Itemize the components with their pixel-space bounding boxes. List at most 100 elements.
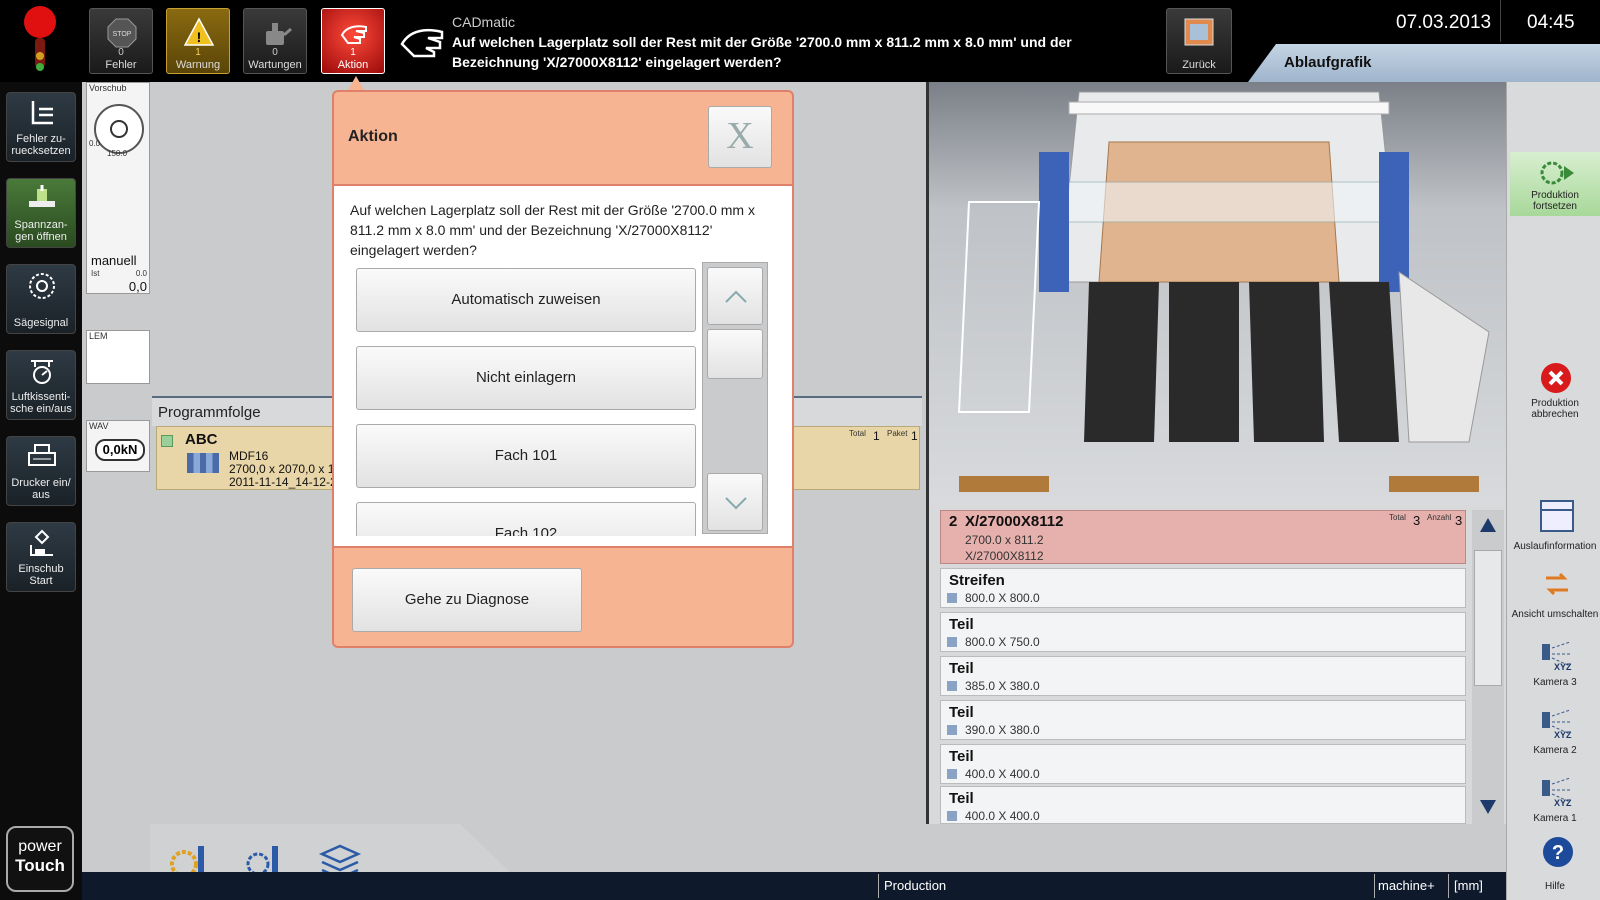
wartungen-button[interactable]: 0 Wartungen xyxy=(243,8,307,74)
option-do-not-store[interactable]: Nicht einlagern xyxy=(356,346,696,410)
fehler-button[interactable]: STOP 0 Fehler xyxy=(89,8,153,74)
options-scrollbar[interactable] xyxy=(702,262,768,534)
message-line-1: Auf welchen Lagerplatz soll der Rest mit… xyxy=(452,34,1072,50)
fehler-label: Fehler xyxy=(105,59,137,71)
scale-max: 150.0 xyxy=(107,149,128,158)
dialog-pointer xyxy=(348,76,364,90)
reset-errors-button[interactable]: Fehler zu-rueck­setzen xyxy=(6,92,76,162)
list-item[interactable]: Teil 385.0 X 380.0 xyxy=(940,656,1466,696)
ist-small-value: 0.0 xyxy=(135,269,147,278)
scroll-thumb[interactable] xyxy=(1474,550,1502,686)
list-item-dims: 400.0 X 400.0 xyxy=(965,809,1040,823)
list-item[interactable]: Streifen 800.0 X 800.0 xyxy=(940,568,1466,608)
aktion-button[interactable]: 1 Aktion xyxy=(321,8,385,74)
tab-ablaufgrafik[interactable]: Ablaufgrafik xyxy=(1248,44,1600,82)
outfeed-info-button[interactable]: Auslaufinformation xyxy=(1510,500,1600,556)
list-item[interactable]: Teil 400.0 X 400.0 xyxy=(940,744,1466,784)
list-item-dims: 800.0 X 750.0 xyxy=(965,635,1040,649)
wav-label: WAV xyxy=(89,421,109,431)
parts-list-header-row[interactable]: 2 X/27000X8112 2700.0 x 811.2 X/27000X81… xyxy=(940,510,1466,564)
list-item-title: Teil xyxy=(949,790,974,807)
svg-text:STOP: STOP xyxy=(113,31,132,38)
printer-button[interactable]: Drucker ein/ aus xyxy=(6,436,76,506)
list-item-title: Teil xyxy=(949,660,974,677)
dialog-title: Aktion xyxy=(348,128,398,145)
go-to-diagnosis-button[interactable]: Gehe zu Diagnose xyxy=(352,568,582,632)
reset-errors-label: Fehler zu-rueck­setzen xyxy=(11,133,71,157)
option-fach-101[interactable]: Fach 101 xyxy=(356,424,696,488)
outfeed-info-label: Auslaufinformation xyxy=(1513,541,1597,552)
logo-touch: Touch xyxy=(15,856,65,875)
parts-total-value: 3 xyxy=(1413,513,1421,528)
list-item-dims: 400.0 X 400.0 xyxy=(965,767,1040,781)
camera-3-button[interactable]: XYZ Kamera 3 xyxy=(1510,636,1600,692)
wav-panel: WAV 0,0kN xyxy=(86,420,150,472)
scroll-down-icon[interactable] xyxy=(1480,800,1496,814)
abort-production-button[interactable]: Produktion abbrechen xyxy=(1510,360,1600,424)
tab-ablaufgrafik-label: Ablaufgrafik xyxy=(1284,54,1372,71)
air-tables-button[interactable]: Luftkissenti-sche ein/aus xyxy=(6,350,76,420)
feed-gauge-icon xyxy=(94,104,144,154)
divider xyxy=(1500,0,1501,42)
dialog-body: Auf welchen Lagerplatz soll der Rest mit… xyxy=(334,184,792,548)
back-window-icon xyxy=(1184,18,1214,46)
options-list: Automatisch zuweisen Nicht einlagern Fac… xyxy=(356,268,698,536)
saw-blade-icon xyxy=(29,273,55,299)
camera-3-label: Kamera 3 xyxy=(1533,677,1577,688)
warnung-button[interactable]: ! 1 Warnung xyxy=(166,8,230,74)
power-touch-logo[interactable]: power Touch xyxy=(6,826,74,892)
saw-signal-button[interactable]: Sägesignal xyxy=(6,264,76,334)
switch-view-button[interactable]: Ansicht umschalten xyxy=(1510,568,1600,624)
list-item-dims: 390.0 X 380.0 xyxy=(965,723,1040,737)
open-clamps-label: Spannzan-gen öffnen xyxy=(14,219,68,243)
list-item[interactable]: Teil 800.0 X 750.0 xyxy=(940,612,1466,652)
dialog-close-button[interactable]: X xyxy=(708,106,772,168)
abort-production-label: Produktion abbrechen xyxy=(1531,398,1579,420)
parts-header-name: X/27000X8112 xyxy=(965,513,1064,530)
infeed-icon xyxy=(30,529,53,556)
warning-icon: ! xyxy=(183,17,215,46)
continue-production-button[interactable]: Produktion fortsetzen xyxy=(1510,152,1600,216)
help-button[interactable]: ? Hilfe xyxy=(1510,836,1600,894)
option-auto-assign[interactable]: Automatisch zuweisen xyxy=(356,268,696,332)
infeed-start-button[interactable]: Einschub Start xyxy=(6,522,76,592)
part-icon xyxy=(947,725,957,735)
camera-2-button[interactable]: XYZ Kamera 2 xyxy=(1510,704,1600,760)
back-button[interactable]: Zurück xyxy=(1166,8,1232,74)
parts-scrollbar[interactable] xyxy=(1472,510,1504,824)
fehler-count: 0 xyxy=(118,47,124,58)
program-material: MDF16 xyxy=(229,449,269,463)
continue-production-label: Produktion fortsetzen xyxy=(1531,190,1579,212)
options-scroll-thumb[interactable] xyxy=(707,329,763,379)
help-label: Hilfe xyxy=(1544,881,1565,892)
scroll-up-icon[interactable] xyxy=(1480,518,1496,532)
list-item[interactable]: Teil 400.0 X 400.0 xyxy=(940,786,1466,824)
camera-xyz-icon: XYZ xyxy=(1542,777,1572,808)
option-fach-102[interactable]: Fach 102 xyxy=(356,502,696,536)
list-item[interactable]: Teil 390.0 X 380.0 xyxy=(940,700,1466,740)
wartungen-label: Wartungen xyxy=(248,59,302,71)
options-scroll-down[interactable] xyxy=(707,473,763,531)
outfeed-info-icon xyxy=(1540,500,1574,532)
switch-view-icon xyxy=(1546,572,1568,596)
back-label: Zurück xyxy=(1182,59,1216,71)
bottom-toolbar xyxy=(82,824,1506,872)
aktion-dialog: Aktion X Auf welchen Lagerplatz soll der… xyxy=(332,90,794,648)
part-icon xyxy=(947,637,957,647)
program-name: ABC xyxy=(185,431,218,448)
infeed-start-label: Einschub Start xyxy=(18,563,64,587)
program-sheet-icon xyxy=(187,453,219,473)
camera-xyz-icon: XYZ xyxy=(1542,641,1572,672)
camera-1-button[interactable]: XYZ Kamera 1 xyxy=(1510,772,1600,828)
parts-anzahl-value: 3 xyxy=(1455,513,1463,528)
hand-message-icon xyxy=(400,22,446,65)
program-total-label: Total xyxy=(849,429,866,438)
svg-text:XYZ: XYZ xyxy=(1554,662,1572,672)
status-bar: Production machine+ [mm] xyxy=(82,872,1506,900)
continue-production-icon xyxy=(1540,161,1574,185)
program-check-icon xyxy=(161,435,173,447)
open-clamps-button[interactable]: Spannzan-gen öffnen xyxy=(6,178,76,248)
options-scroll-up[interactable] xyxy=(707,267,763,325)
list-item-title: Teil xyxy=(949,704,974,721)
option-label: Nicht einlagern xyxy=(475,369,577,386)
